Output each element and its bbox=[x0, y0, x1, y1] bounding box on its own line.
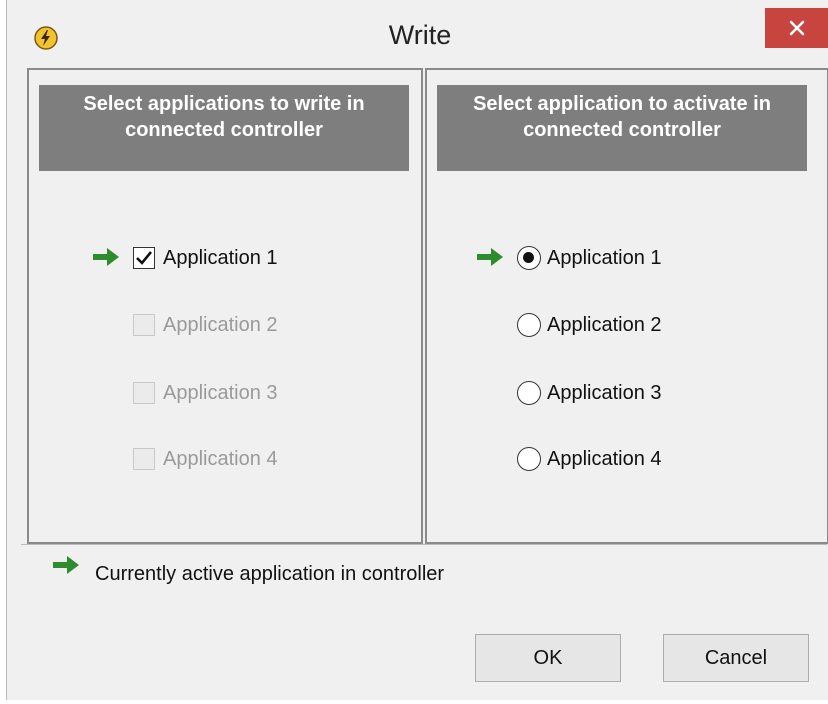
activate-item-3[interactable]: Application 3 bbox=[517, 379, 662, 407]
activate-item-1[interactable]: Application 1 bbox=[517, 244, 662, 272]
write-item-1[interactable]: Application 1 bbox=[133, 244, 278, 272]
active-arrow-icon bbox=[93, 248, 119, 266]
cancel-button[interactable]: Cancel bbox=[663, 634, 809, 682]
write-panel: Select applications to write in connecte… bbox=[27, 68, 423, 544]
activate-panel-header: Select application to activate in connec… bbox=[437, 85, 807, 171]
write-checkbox-4 bbox=[133, 448, 155, 470]
activate-radio-1[interactable] bbox=[517, 246, 541, 270]
panels: Select applications to write in connecte… bbox=[27, 68, 828, 544]
activate-item-2[interactable]: Application 2 bbox=[517, 311, 662, 339]
legend-text: Currently active application in controll… bbox=[95, 563, 445, 585]
ok-button[interactable]: OK bbox=[475, 634, 621, 682]
activate-radio-2[interactable] bbox=[517, 313, 541, 337]
write-dialog: Write Select applications to write in co… bbox=[6, 0, 828, 700]
write-item-label: Application 3 bbox=[163, 381, 278, 404]
write-item-2: Application 2 bbox=[133, 311, 278, 339]
activate-radio-4[interactable] bbox=[517, 447, 541, 471]
divider bbox=[21, 544, 827, 545]
write-checkbox-2 bbox=[133, 314, 155, 336]
activate-item-label: Application 4 bbox=[547, 447, 662, 470]
title-bar: Write bbox=[7, 0, 828, 66]
write-checkbox-1[interactable] bbox=[133, 247, 155, 269]
close-button[interactable] bbox=[765, 8, 828, 48]
activate-item-label: Application 2 bbox=[547, 313, 662, 336]
activate-item-label: Application 1 bbox=[547, 246, 662, 269]
radio-selected-dot bbox=[523, 252, 534, 263]
green-arrow-icon bbox=[53, 556, 79, 574]
checkmark-icon bbox=[136, 251, 153, 265]
close-icon bbox=[789, 20, 805, 36]
write-item-3: Application 3 bbox=[133, 379, 278, 407]
activate-radio-3[interactable] bbox=[517, 381, 541, 405]
write-item-4: Application 4 bbox=[133, 445, 278, 473]
activate-item-4[interactable]: Application 4 bbox=[517, 445, 662, 473]
active-arrow-icon bbox=[477, 248, 503, 266]
activate-panel: Select application to activate in connec… bbox=[425, 68, 828, 544]
window-title: Write bbox=[388, 20, 452, 50]
write-item-label: Application 2 bbox=[163, 313, 278, 336]
write-item-label: Application 1 bbox=[163, 246, 278, 269]
write-panel-header: Select applications to write in connecte… bbox=[39, 85, 409, 171]
activate-item-label: Application 3 bbox=[547, 381, 662, 404]
write-checkbox-3 bbox=[133, 382, 155, 404]
write-item-label: Application 4 bbox=[163, 447, 278, 470]
